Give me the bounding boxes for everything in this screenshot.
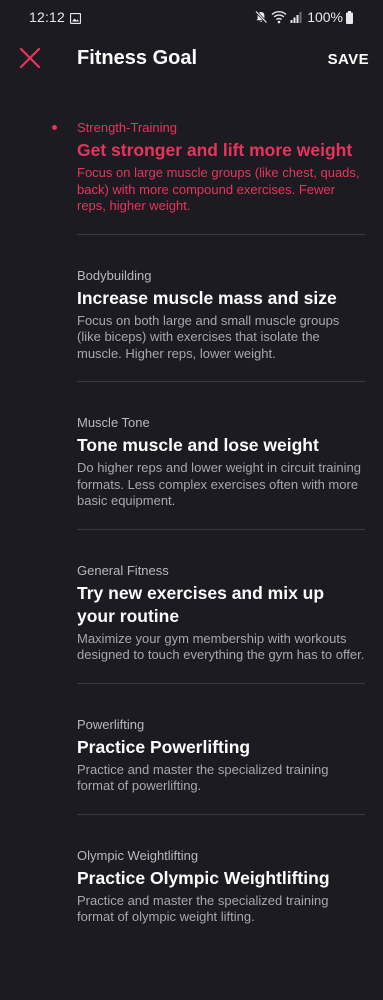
battery-level: 100% [307,9,343,25]
status-time: 12:12 [29,9,66,25]
goal-description: Focus on both large and small muscle gro… [77,312,340,361]
goal-category: Powerlifting [77,716,145,732]
goal-title: Get stronger and lift more weight [77,140,353,160]
goal-title: Increase muscle mass and size [77,287,337,308]
signal-icon [290,11,302,23]
goal-description: Do higher reps and lower weight in circu… [77,460,361,508]
goal-option-general-fitness[interactable]: General Fitness Try new exercises and mi… [77,530,365,684]
close-icon [19,47,41,74]
save-button[interactable]: SAVE [328,51,369,68]
page-title: Fitness Goal [77,47,198,69]
goal-category: Bodybuilding [77,267,152,283]
app-bar: Fitness Goal SAVE [0,36,383,84]
status-bar: 12:12 100% [0,0,383,36]
goal-category: Strength-Training [77,120,177,135]
goal-list: Strength-Training Get stronger and lift … [0,100,383,946]
goal-title: Practice Powerlifting [77,736,251,757]
goal-title: Tone muscle and lose weight [77,435,319,455]
close-button[interactable] [14,44,46,76]
status-icons: 100% [254,9,353,25]
mute-icon [254,10,268,24]
goal-description: Maximize your gym membership with workou… [77,630,365,663]
selected-indicator [52,125,57,130]
goal-category: Olympic Weightlifting [77,847,199,863]
goal-description: Focus on large muscle groups (like chest… [77,165,360,213]
image-notification-icon [69,11,82,25]
battery-icon [346,10,353,24]
goal-category: Muscle Tone [77,415,150,430]
goal-title: Practice Olympic Weightlifting [77,867,330,888]
goal-category: General Fitness [77,562,169,578]
wifi-icon [271,10,287,24]
goal-option-bodybuilding[interactable]: Bodybuilding Increase muscle mass and si… [77,235,365,382]
goal-option-olympic-weightlifting[interactable]: Olympic Weightlifting Practice Olympic W… [77,815,365,946]
goal-title: Try new exercises and mix up your routin… [77,582,325,626]
goal-option-muscle-tone[interactable]: Muscle Tone Tone muscle and lose weight … [77,382,365,530]
goal-option-powerlifting[interactable]: Powerlifting Practice Powerlifting Pract… [77,684,365,815]
goal-description: Practice and master the specialized trai… [77,761,329,794]
goal-description: Practice and master the specialized trai… [77,892,329,925]
goal-option-strength-training[interactable]: Strength-Training Get stronger and lift … [52,100,365,235]
